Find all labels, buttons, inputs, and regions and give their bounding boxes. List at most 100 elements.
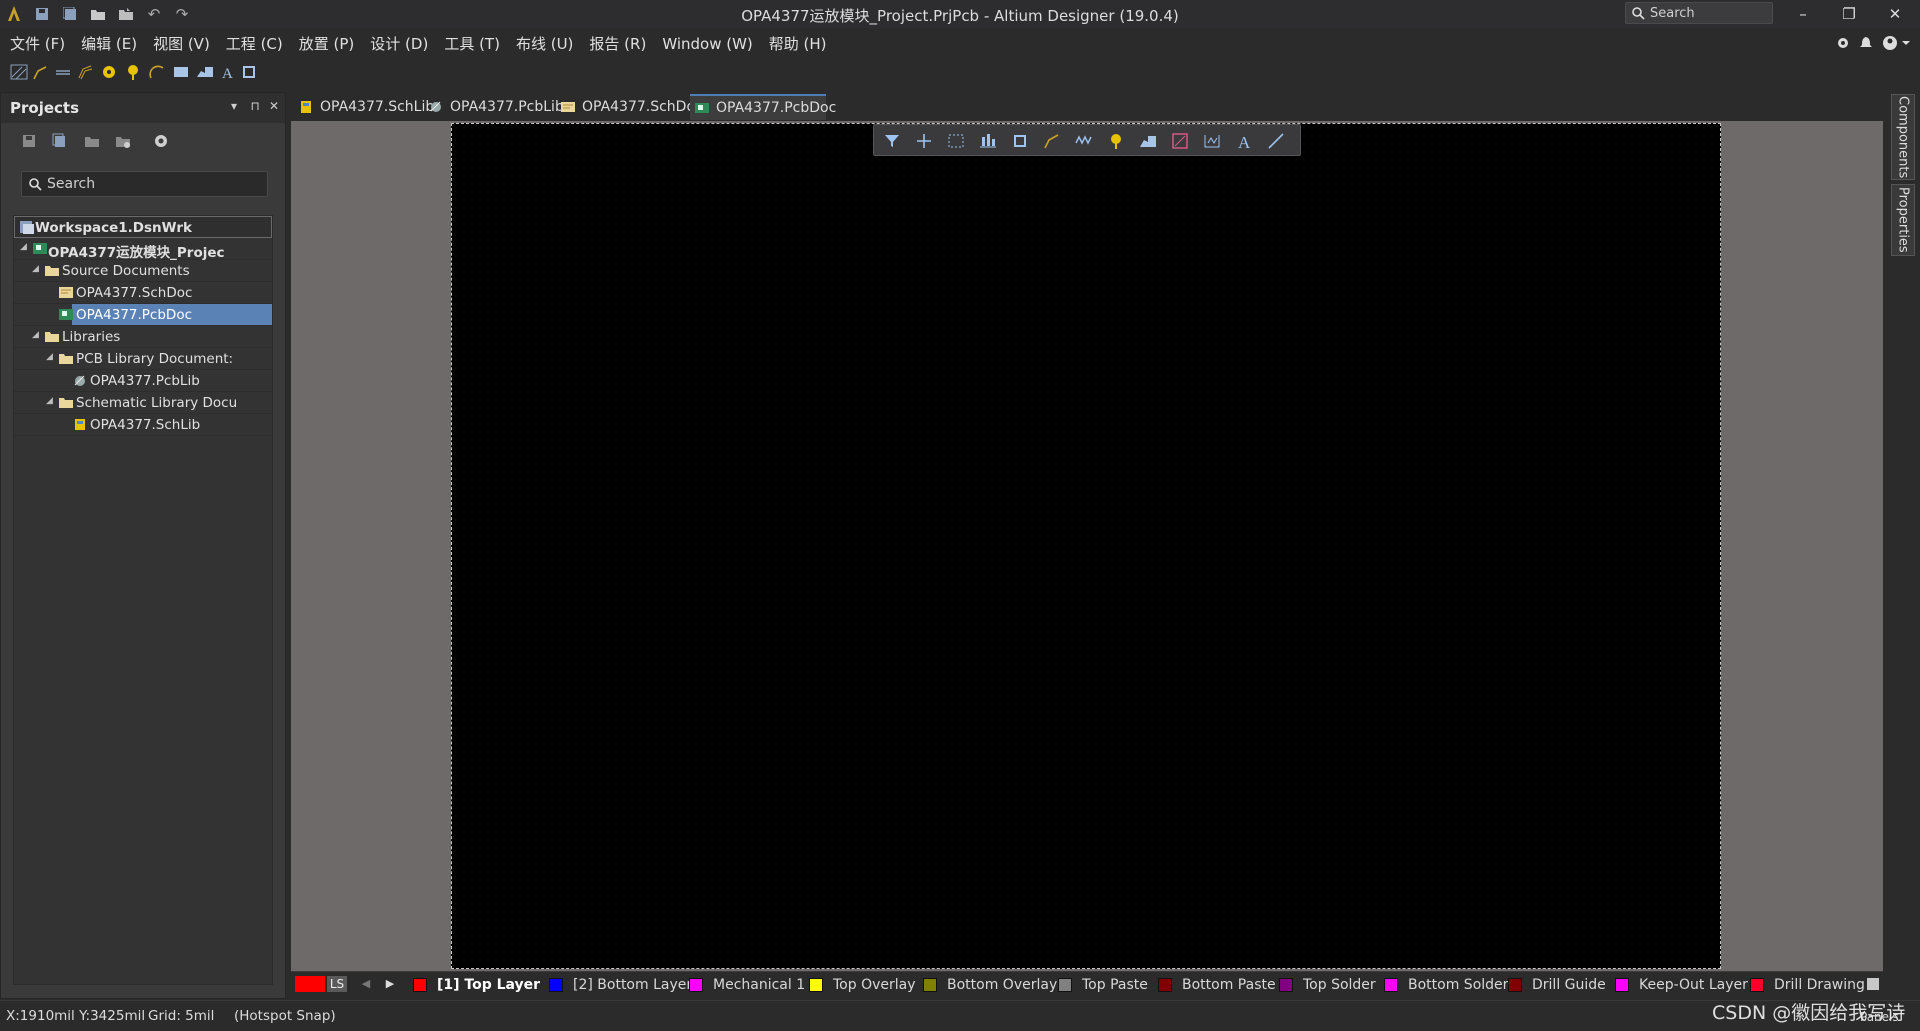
tab-opa4377-pcblib[interactable]: OPA4377.PcbLib <box>424 94 564 120</box>
place-component-icon[interactable] <box>1010 131 1030 151</box>
tree-item-schlib[interactable]: OPA4377.SchLib <box>14 414 272 436</box>
layer-tab[interactable]: Top Paste <box>1058 976 1148 994</box>
layer-tab[interactable]: Bottom Solder <box>1384 976 1508 994</box>
fill-icon[interactable] <box>172 63 190 81</box>
menu-project[interactable]: 工程 (C) <box>218 28 291 60</box>
tree-item-schdoc[interactable]: OPA4377.SchDoc <box>14 282 272 304</box>
collapse-arrow-icon[interactable]: ◢ <box>32 330 42 340</box>
hatch-fill-icon[interactable] <box>10 63 28 81</box>
tab-opa4377-pcbdoc[interactable]: OPA4377.PcbDoc <box>690 94 836 120</box>
layer-tab[interactable]: [2] Bottom Layer <box>549 976 692 994</box>
menu-place[interactable]: 放置 (P) <box>291 28 363 60</box>
menu-file[interactable]: 文件 (F) <box>2 28 73 60</box>
align-icon[interactable] <box>978 131 998 151</box>
tree-item-source-documents[interactable]: ◢ Source Documents <box>14 260 272 282</box>
project-options-icon[interactable] <box>115 133 131 149</box>
tree-item-pcbdoc[interactable]: OPA4377.PcbDoc <box>14 304 272 326</box>
folder-icon <box>45 266 59 276</box>
collapse-arrow-icon[interactable]: ◢ <box>32 264 42 274</box>
layer-tab[interactable]: Keep-Out Layer <box>1615 976 1748 994</box>
layer-tab[interactable]: Top Overlay <box>809 976 916 994</box>
minimize-button[interactable]: – <box>1780 0 1826 28</box>
open-folder-icon[interactable] <box>88 4 108 24</box>
layer-tab[interactable]: Mechanical 1 <box>689 976 805 994</box>
filter-icon[interactable] <box>882 131 902 151</box>
pin-icon[interactable]: ⊓ <box>248 99 262 115</box>
route-icon[interactable] <box>1042 131 1062 151</box>
scroll-right-icon[interactable]: ▶ <box>381 975 399 993</box>
layer-tab[interactable]: Bottom Overlay <box>923 976 1057 994</box>
interactive-route-icon[interactable] <box>32 63 50 81</box>
tree-item-project[interactable]: ◢ OPA4377运放模块_Projec <box>14 238 272 261</box>
menu-reports[interactable]: 报告 (R) <box>581 28 654 60</box>
save-project-icon[interactable] <box>21 133 37 149</box>
tune-length-icon[interactable] <box>1074 131 1094 151</box>
save-icon[interactable] <box>32 4 52 24</box>
side-tab-properties[interactable]: Properties <box>1891 184 1915 256</box>
menu-design[interactable]: 设计 (D) <box>362 28 436 60</box>
arc-icon[interactable] <box>148 63 166 81</box>
layer-tab[interactable]: Top Solder <box>1279 976 1376 994</box>
redo-icon[interactable]: ↷ <box>172 4 192 24</box>
layer-tab[interactable]: Drill Drawing <box>1750 976 1865 994</box>
bus-route-icon[interactable] <box>54 63 72 81</box>
menu-help[interactable]: 帮助 (H) <box>761 28 835 60</box>
menu-edit[interactable]: 编辑 (E) <box>73 28 145 60</box>
side-tab-components[interactable]: Components <box>1891 94 1915 180</box>
menu-view[interactable]: 视图 (V) <box>145 28 218 60</box>
place-via-icon[interactable] <box>1106 131 1126 151</box>
collapse-arrow-icon[interactable]: ◢ <box>46 352 56 362</box>
pcb-board-area[interactable] <box>451 123 1721 969</box>
close-button[interactable]: ✕ <box>1872 0 1918 28</box>
component-icon[interactable] <box>240 63 258 81</box>
global-search-input[interactable]: Search <box>1625 2 1773 24</box>
tab-opa4377-schdoc[interactable]: OPA4377.SchDoc <box>556 94 703 120</box>
menu-window[interactable]: Window (W) <box>654 28 760 60</box>
select-area-icon[interactable] <box>946 131 966 151</box>
menu-tools[interactable]: 工具 (T) <box>436 28 508 60</box>
text-icon[interactable]: A <box>1234 131 1254 151</box>
save-all-icon[interactable] <box>60 4 80 24</box>
altium-logo-icon[interactable] <box>4 4 24 24</box>
differential-route-icon[interactable] <box>76 63 94 81</box>
scroll-left-icon[interactable]: ◀ <box>357 975 375 993</box>
layer-tab[interactable]: Bottom Paste <box>1158 976 1276 994</box>
tab-opa4377-schlib[interactable]: OPA4377.SchLib <box>294 94 434 120</box>
collapse-arrow-icon[interactable]: ◢ <box>46 396 56 406</box>
undo-icon[interactable]: ↶ <box>144 4 164 24</box>
collapse-arrow-icon[interactable]: ◢ <box>20 242 30 252</box>
projects-search-input[interactable]: Search <box>21 171 268 197</box>
polygon-icon[interactable] <box>1138 131 1158 151</box>
pad-icon[interactable] <box>100 63 118 81</box>
tree-item-workspace[interactable]: Workspace1.DsnWrk <box>14 216 272 238</box>
tree-item-libraries[interactable]: ◢ Libraries <box>14 326 272 348</box>
string-text-icon[interactable]: A <box>219 63 237 81</box>
panel-close-icon[interactable]: ✕ <box>267 99 281 115</box>
gear-icon[interactable] <box>1836 36 1850 54</box>
keepout-icon[interactable] <box>1170 131 1190 151</box>
layer-tab[interactable]: Drill Guide <box>1508 976 1606 994</box>
via-icon[interactable] <box>124 63 142 81</box>
menu-route[interactable]: 布线 (U) <box>508 28 581 60</box>
layer-overflow-swatch[interactable] <box>1867 978 1879 990</box>
tree-item-schematic-library-documents[interactable]: ◢ Schematic Library Docu <box>14 392 272 414</box>
settings-gear-icon[interactable] <box>153 133 169 149</box>
project-folder-icon[interactable] <box>84 133 100 149</box>
user-account-icon[interactable] <box>1882 35 1912 55</box>
dimension-icon[interactable] <box>1202 131 1222 151</box>
layer-tab[interactable]: [1] Top Layer <box>413 976 540 994</box>
bell-icon[interactable] <box>1859 36 1873 54</box>
tree-item-pcb-library-documents[interactable]: ◢ PCB Library Document: <box>14 348 272 370</box>
open-project-icon[interactable] <box>116 4 136 24</box>
panel-menu-icon[interactable]: ▾ <box>227 99 241 115</box>
tree-item-pcblib[interactable]: OPA4377.PcbLib <box>14 370 272 392</box>
current-layer-color[interactable] <box>295 976 325 992</box>
restore-button[interactable]: ❐ <box>1826 0 1872 28</box>
compile-icon[interactable] <box>52 133 68 149</box>
polygon-pour-icon[interactable] <box>196 63 214 81</box>
layer-label: Drill Guide <box>1532 977 1606 993</box>
move-icon[interactable] <box>914 131 934 151</box>
layer-set-button[interactable]: LS <box>327 976 347 992</box>
pcb-editor-canvas[interactable]: A <box>291 121 1883 971</box>
line-icon[interactable] <box>1266 131 1286 151</box>
